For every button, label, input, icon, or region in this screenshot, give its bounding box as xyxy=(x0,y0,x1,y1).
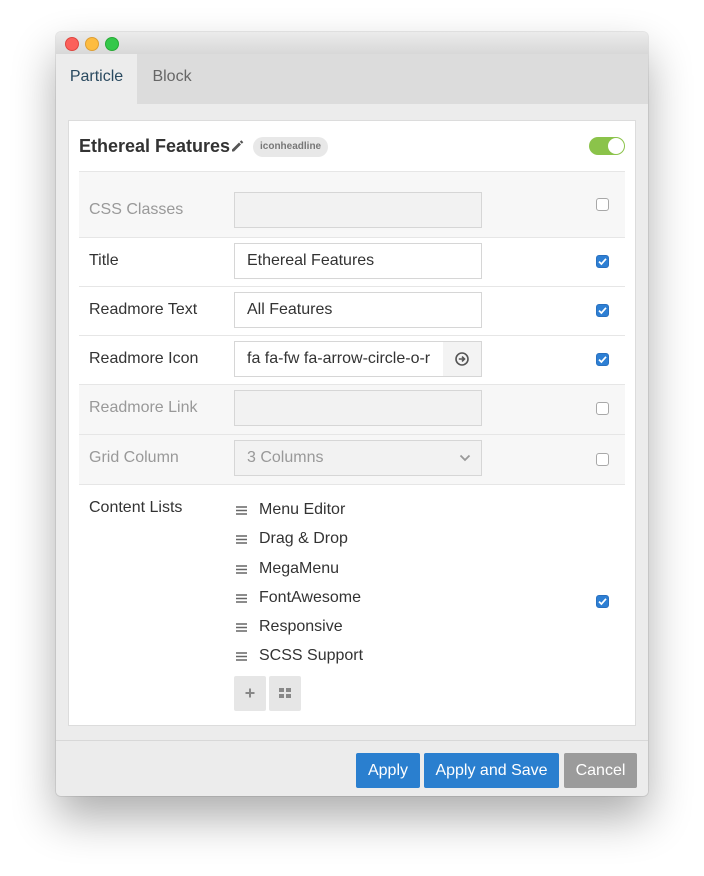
row-grid-column: Grid Column 3 Columns xyxy=(79,434,625,484)
drag-handle-icon[interactable] xyxy=(236,652,247,661)
list-item[interactable]: Drag & Drop xyxy=(234,526,494,555)
drag-handle-icon[interactable] xyxy=(236,506,247,515)
window-titlebar xyxy=(56,32,648,55)
readmore-text-label: Readmore Text xyxy=(89,301,198,318)
arrow-circle-right-icon xyxy=(455,352,469,366)
list-item-label: SCSS Support xyxy=(259,647,364,664)
enabled-toggle[interactable] xyxy=(589,137,625,155)
list-item[interactable]: SCSS Support xyxy=(234,643,494,672)
close-window-button[interactable] xyxy=(65,37,79,51)
css-classes-input[interactable] xyxy=(234,192,482,228)
drag-handle-icon[interactable] xyxy=(236,594,247,603)
readmore-icon-label: Readmore Icon xyxy=(89,350,199,367)
list-item-label: Drag & Drop xyxy=(259,530,348,547)
drag-handle-icon[interactable] xyxy=(236,623,247,632)
title-label: Title xyxy=(89,252,119,269)
panel-header: Ethereal Features iconheadline xyxy=(69,121,635,171)
grid-icon xyxy=(279,688,291,698)
content-lists-override-checkbox[interactable] xyxy=(596,595,609,608)
tab-bar: Particle Block xyxy=(56,54,648,104)
toggle-knob xyxy=(608,138,624,154)
dialog-footer: Apply Apply and Save Cancel xyxy=(56,740,648,796)
minimize-window-button[interactable] xyxy=(85,37,99,51)
row-readmore-link: Readmore Link xyxy=(79,384,625,434)
plus-icon xyxy=(245,688,255,698)
cancel-button[interactable]: Cancel xyxy=(564,753,637,788)
drag-handle-icon[interactable] xyxy=(236,565,247,574)
maximize-window-button[interactable] xyxy=(105,37,119,51)
add-item-button[interactable] xyxy=(234,676,266,711)
list-item[interactable]: MegaMenu xyxy=(234,556,494,585)
css-classes-label: CSS Classes xyxy=(89,201,184,218)
list-item[interactable]: Menu Editor xyxy=(234,497,494,526)
settings-rows: CSS Classes Title Readmore Text xyxy=(79,171,625,726)
apply-button[interactable]: Apply xyxy=(356,753,420,788)
grid-column-select[interactable]: 3 Columns xyxy=(234,440,482,476)
tab-particle[interactable]: Particle xyxy=(56,54,137,104)
grid-view-button[interactable] xyxy=(269,676,301,711)
readmore-link-override-checkbox[interactable] xyxy=(596,402,609,415)
particle-settings-window: Particle Block Ethereal Features iconhea… xyxy=(56,32,648,796)
list-item-label: FontAwesome xyxy=(259,589,361,606)
grid-column-label: Grid Column xyxy=(89,449,179,466)
title-override-checkbox[interactable] xyxy=(596,255,609,268)
drag-handle-icon[interactable] xyxy=(236,535,247,544)
readmore-icon-input[interactable] xyxy=(234,341,444,377)
particle-panel: Ethereal Features iconheadline CSS Class… xyxy=(68,120,636,726)
grid-column-override-checkbox[interactable] xyxy=(596,453,609,466)
list-item-label: Menu Editor xyxy=(259,501,346,518)
readmore-text-override-checkbox[interactable] xyxy=(596,304,609,317)
content-lists-label: Content Lists xyxy=(89,499,183,516)
tab-block[interactable]: Block xyxy=(137,54,207,104)
chevron-down-icon xyxy=(459,454,471,462)
row-readmore-text: Readmore Text xyxy=(79,286,625,335)
list-item-label: MegaMenu xyxy=(259,560,340,577)
readmore-link-input[interactable] xyxy=(234,390,482,426)
css-classes-override-checkbox[interactable] xyxy=(596,198,609,211)
panel-title[interactable]: Ethereal Features xyxy=(79,136,230,157)
row-title: Title xyxy=(79,237,625,286)
list-item-label: Responsive xyxy=(259,618,343,635)
particle-type-badge: iconheadline xyxy=(253,137,329,157)
readmore-icon-override-checkbox[interactable] xyxy=(596,353,609,366)
list-item[interactable]: FontAwesome xyxy=(234,585,494,614)
readmore-text-input[interactable] xyxy=(234,292,482,328)
list-item[interactable]: Responsive xyxy=(234,614,494,643)
pencil-icon[interactable] xyxy=(230,139,244,153)
icon-picker-button[interactable] xyxy=(443,341,482,377)
grid-column-selected-value: 3 Columns xyxy=(247,449,324,466)
row-content-lists: Content Lists Menu Editor Drag & Drop Me… xyxy=(79,484,625,726)
title-input[interactable] xyxy=(234,243,482,279)
row-css-classes: CSS Classes xyxy=(79,171,625,237)
apply-and-save-button[interactable]: Apply and Save xyxy=(424,753,559,788)
readmore-link-label: Readmore Link xyxy=(89,399,198,416)
row-readmore-icon: Readmore Icon xyxy=(79,335,625,384)
